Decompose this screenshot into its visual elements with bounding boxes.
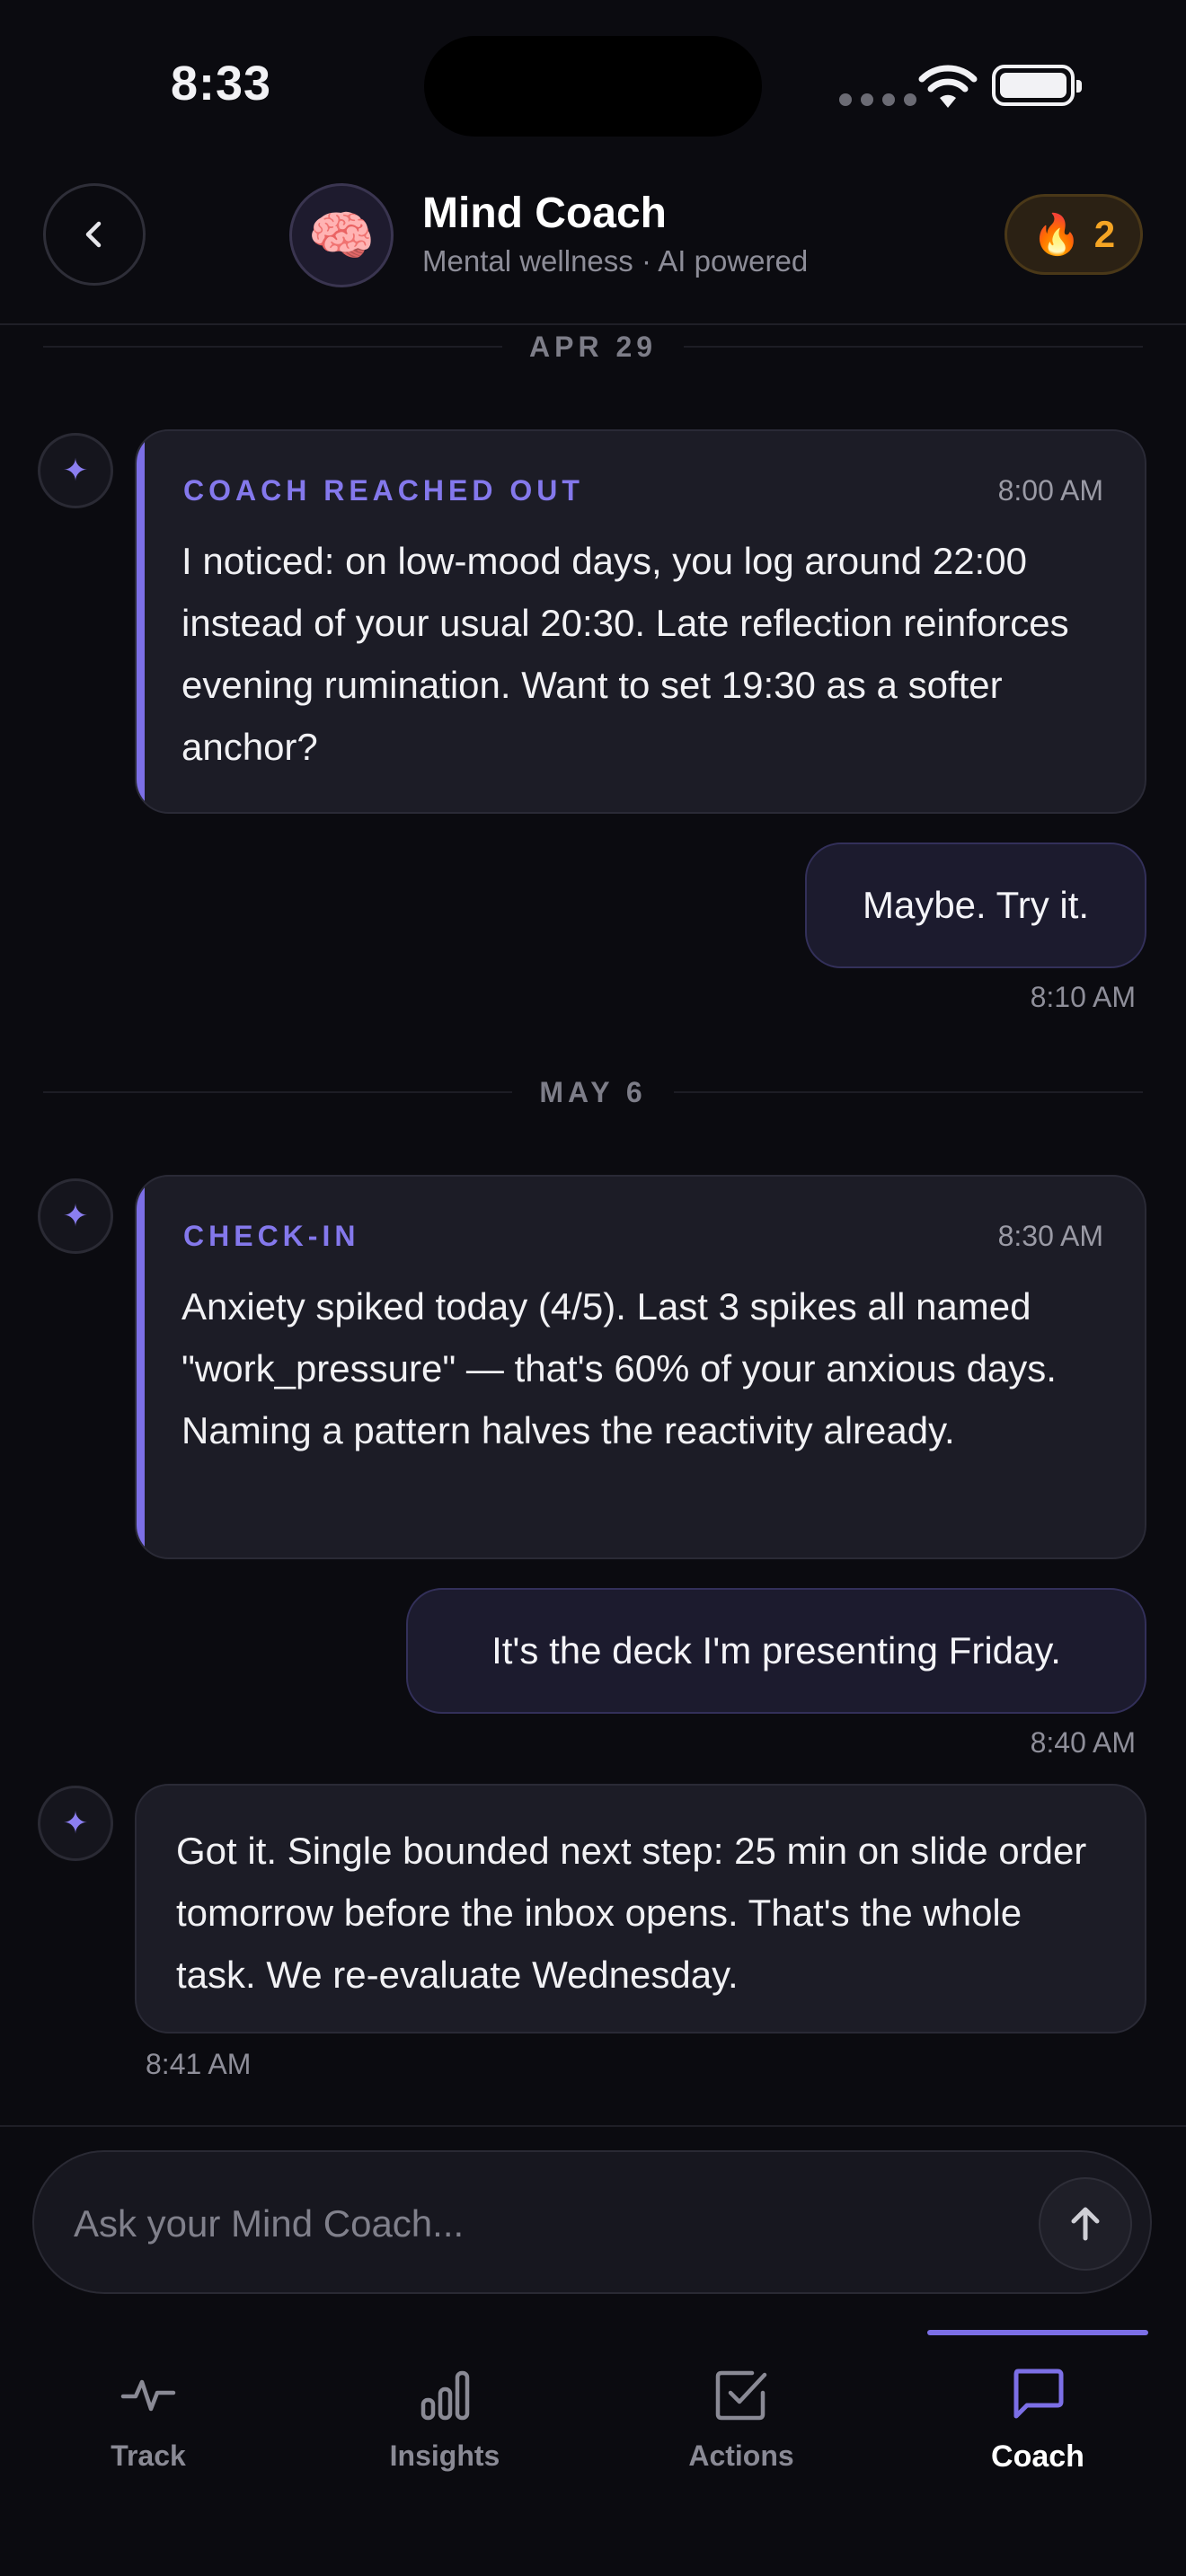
message-text: Got it. Single bounded next step: 25 min…: [176, 1830, 1087, 1996]
tab-label: Actions: [688, 2439, 794, 2472]
send-button[interactable]: [1039, 2177, 1132, 2271]
message-kicker: CHECK-IN: [183, 1220, 360, 1252]
tab-insights[interactable]: Insights: [310, 2332, 580, 2511]
user-message-text: It's the deck I'm presenting Friday.: [491, 1629, 1061, 1672]
sparkle-icon: ✦: [38, 1786, 113, 1861]
bar-chart-icon: [420, 2370, 470, 2421]
wifi-icon: [918, 65, 978, 108]
activity-icon: [120, 2379, 176, 2412]
status-time: 8:33: [171, 57, 272, 110]
user-message: Maybe. Try it.: [805, 842, 1146, 968]
date-label: APR 29: [528, 330, 658, 363]
streak-badge[interactable]: 🔥 2: [1005, 194, 1143, 275]
coach-reply-time: 8:41 AM: [146, 2048, 252, 2080]
tab-track[interactable]: Track: [13, 2332, 283, 2511]
user-message-time: 8:10 AM: [1030, 981, 1136, 1013]
header-divider: [0, 323, 1186, 325]
tab-coach[interactable]: Coach: [903, 2332, 1173, 2511]
brain-icon: 🧠: [307, 205, 376, 266]
tab-bar: Track Insights Actions Coach: [0, 2332, 1186, 2576]
coach-message: COACH REACHED OUT 8:00 AM I noticed: on …: [135, 429, 1146, 814]
message-input[interactable]: [74, 2188, 972, 2260]
sparkle-icon: ✦: [38, 1178, 113, 1254]
tab-label: Insights: [389, 2439, 500, 2472]
tab-label: Coach: [991, 2439, 1084, 2474]
chat-bubble-icon: [1013, 2369, 1064, 2419]
sparkle-icon: ✦: [38, 433, 113, 508]
coach-avatar: 🧠: [289, 183, 394, 287]
user-message-text: Maybe. Try it.: [862, 884, 1090, 926]
message-text: I noticed: on low-mood days, you log aro…: [181, 540, 1069, 768]
message-kicker: COACH REACHED OUT: [183, 474, 584, 507]
signal-icon: [839, 93, 916, 106]
message-text: Anxiety spiked today (4/5). Last 3 spike…: [181, 1285, 1057, 1451]
date-divider: APR 29: [43, 329, 1144, 365]
message-time: 8:30 AM: [997, 1220, 1103, 1252]
dynamic-island: [424, 36, 762, 137]
flame-icon: 🔥: [1031, 213, 1082, 257]
user-message-time: 8:40 AM: [1030, 1726, 1136, 1759]
message-accent-bar: [137, 1177, 145, 1557]
streak-count: 2: [1093, 213, 1116, 255]
user-message: It's the deck I'm presenting Friday.: [406, 1588, 1146, 1714]
tab-label: Track: [111, 2439, 186, 2472]
battery-icon: [992, 65, 1082, 106]
date-label: MAY 6: [539, 1075, 647, 1108]
arrow-up-icon: [1071, 2207, 1100, 2241]
back-button[interactable]: [43, 183, 146, 286]
message-time: 8:00 AM: [997, 474, 1103, 507]
chevron-left-icon: [85, 221, 102, 248]
message-accent-bar: [137, 431, 145, 812]
composer: [32, 2150, 1152, 2294]
tab-actions[interactable]: Actions: [606, 2332, 876, 2511]
coach-title: Mind Coach: [422, 190, 667, 237]
coach-message: CHECK-IN 8:30 AM Anxiety spiked today (4…: [135, 1175, 1146, 1559]
coach-subtitle: Mental wellness · AI powered: [422, 244, 809, 278]
checkbox-icon: [715, 2370, 767, 2421]
composer-divider: [0, 2125, 1186, 2127]
coach-reply: Got it. Single bounded next step: 25 min…: [135, 1784, 1146, 2033]
date-divider: MAY 6: [43, 1074, 1143, 1110]
